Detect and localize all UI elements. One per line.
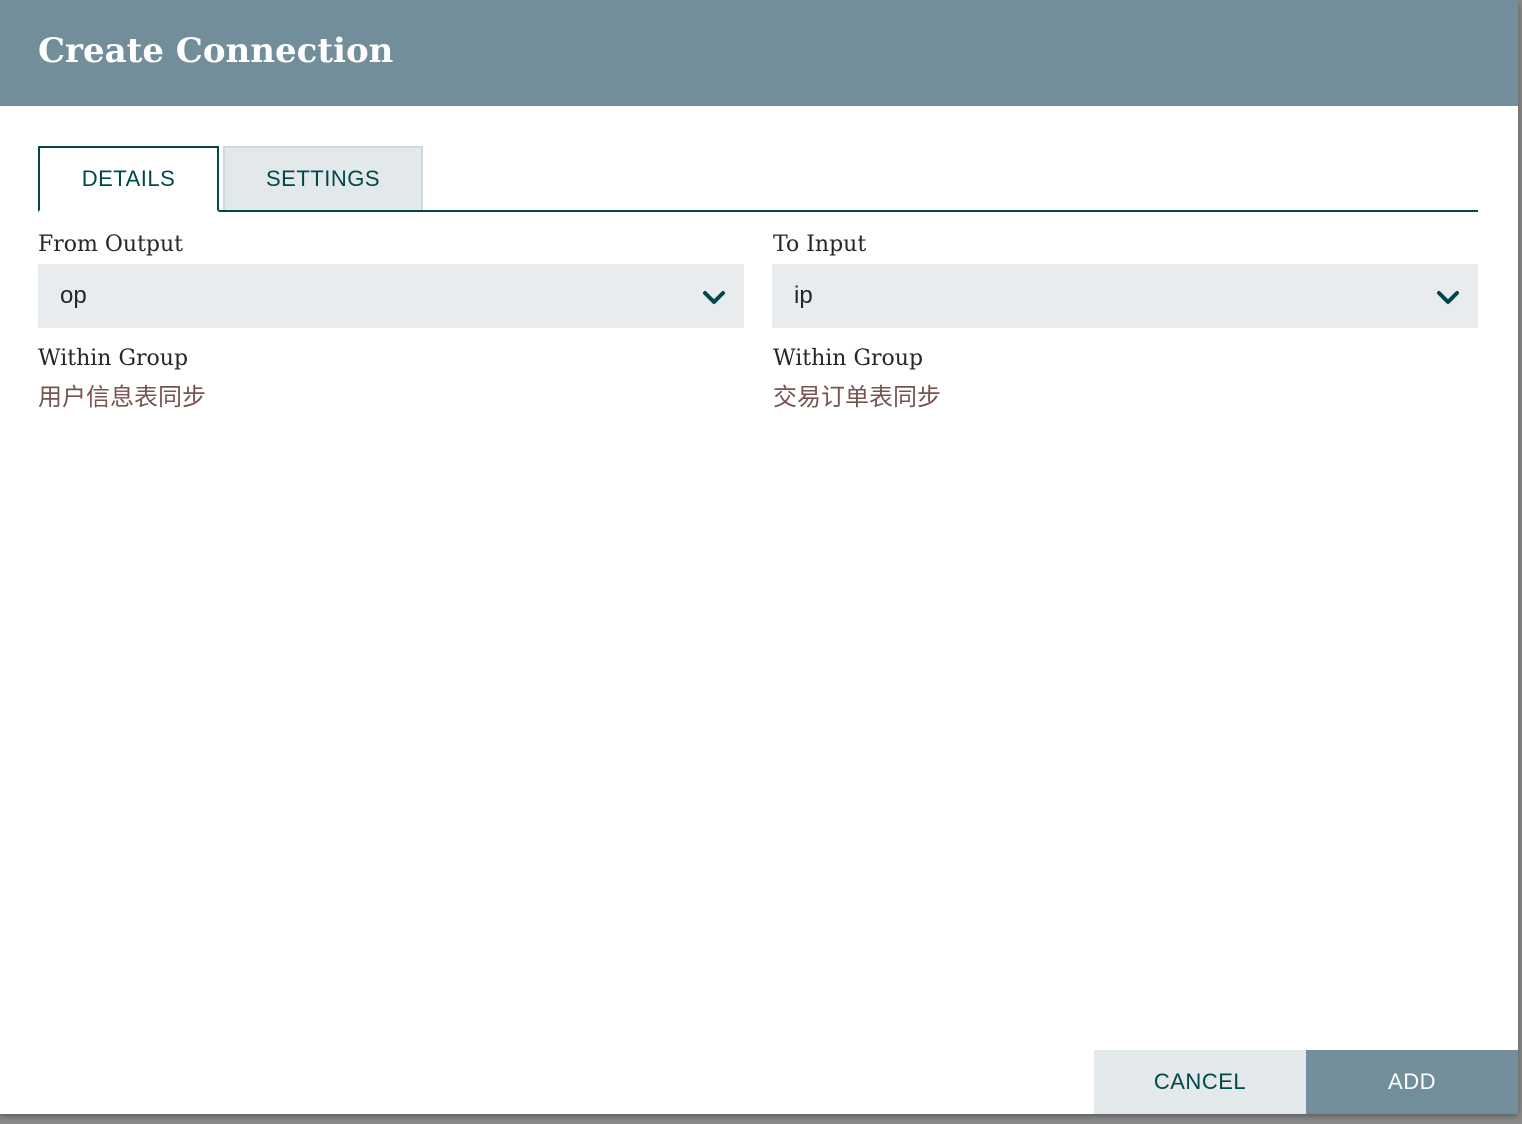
cancel-button[interactable]: CANCEL [1094,1050,1306,1114]
to-input-label: To Input [773,232,867,257]
from-group-label: Within Group [38,346,189,371]
to-input-select[interactable]: ip [772,264,1478,328]
create-connection-dialog: Create Connection DETAILS SETTINGS From … [0,0,1518,1114]
add-button[interactable]: ADD [1306,1050,1518,1114]
tab-bar: DETAILS SETTINGS [38,146,1478,212]
to-input-value: ip [794,282,813,309]
tab-settings[interactable]: SETTINGS [223,146,423,210]
tab-details[interactable]: DETAILS [38,146,219,212]
dialog-header: Create Connection [0,0,1518,106]
chevron-down-icon[interactable] [702,290,726,306]
from-output-select[interactable]: op [38,264,744,328]
to-group-value: 交易订单表同步 [773,383,941,411]
to-group-label: Within Group [773,346,924,371]
from-output-label: From Output [38,232,184,257]
dialog-title: Create Connection [38,31,394,71]
chevron-down-icon[interactable] [1436,290,1460,306]
from-output-value: op [60,282,87,309]
from-group-value: 用户信息表同步 [38,383,206,411]
